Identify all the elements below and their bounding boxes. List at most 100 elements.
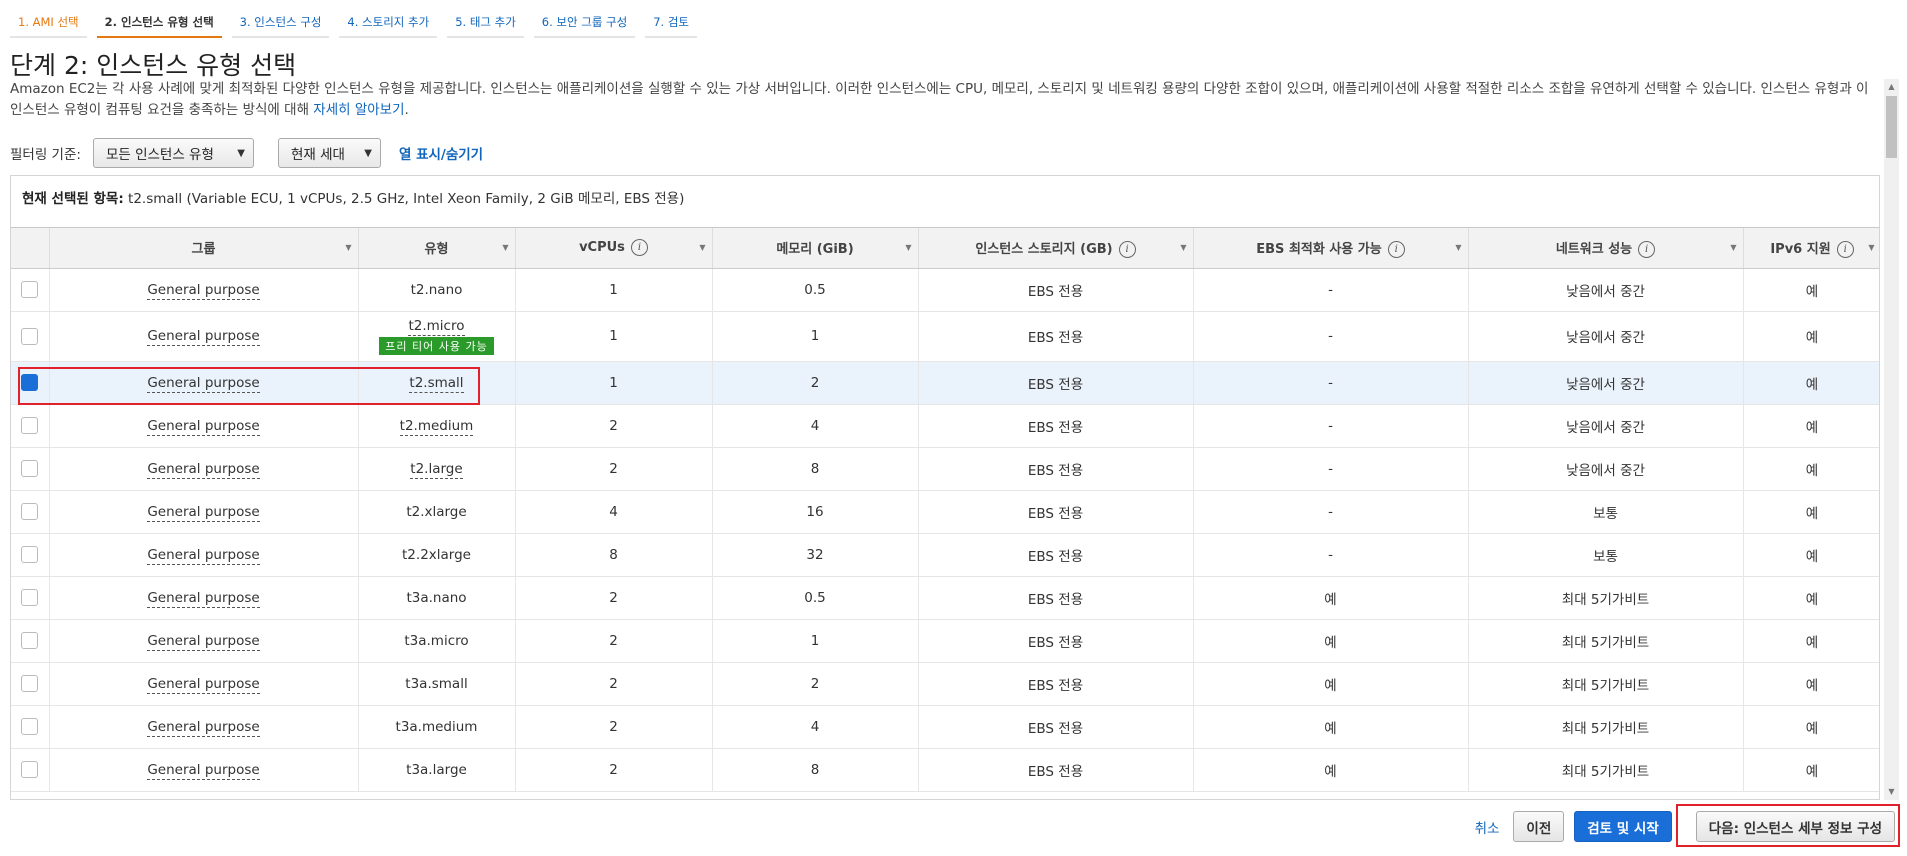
ebs-cell: - bbox=[1193, 404, 1469, 448]
header-network-performance[interactable]: 네트워크 성능 i ▼ bbox=[1468, 228, 1744, 269]
generation-select[interactable]: 현재 세대 ▼ bbox=[277, 138, 381, 168]
page-scrollbar[interactable]: ▲ ▼ bbox=[1884, 79, 1899, 800]
row-checkbox[interactable] bbox=[21, 281, 39, 298]
table-header-row: 그룹 ▼ 유형 ▼ vCPUs i ▼ 메모리 (GiB) ▼ 인스턴스 스토리지 (GB… bbox=[11, 228, 1879, 269]
type-cell[interactable]: t2.micro bbox=[408, 317, 465, 336]
ipv6-cell: 예 bbox=[1743, 748, 1879, 792]
group-cell[interactable]: General purpose bbox=[147, 718, 260, 737]
previous-button[interactable]: 이전 bbox=[1513, 811, 1565, 842]
storage-cell: EBS 전용 bbox=[918, 311, 1194, 362]
row-checkbox[interactable] bbox=[21, 374, 39, 391]
row-checkbox[interactable] bbox=[21, 589, 39, 606]
ebs-cell: - bbox=[1193, 311, 1469, 362]
ebs-cell: 예 bbox=[1193, 619, 1469, 663]
header-memory[interactable]: 메모리 (GiB) ▼ bbox=[712, 228, 919, 269]
group-cell[interactable]: General purpose bbox=[147, 460, 260, 479]
table-row[interactable]: General purpose t2.large 2 8 EBS 전용 - 낮음… bbox=[11, 447, 1879, 491]
network-cell: 최대 5기가비트 bbox=[1468, 662, 1744, 706]
group-cell[interactable]: General purpose bbox=[147, 632, 260, 651]
table-row[interactable]: General purpose t2.xlarge 4 16 EBS 전용 - … bbox=[11, 490, 1879, 534]
header-ipv6-support[interactable]: IPv6 지원 i ▼ bbox=[1743, 228, 1879, 269]
header-group[interactable]: 그룹 ▼ bbox=[49, 228, 359, 269]
info-icon[interactable]: i bbox=[1118, 240, 1136, 258]
info-icon[interactable]: i bbox=[1387, 240, 1405, 258]
table-row[interactable]: General purpose t2.medium 2 4 EBS 전용 - 낮… bbox=[11, 404, 1879, 448]
ipv6-cell: 예 bbox=[1743, 268, 1879, 312]
table-row[interactable]: General purpose t2.micro 프리 티어 사용 가능 1 1 … bbox=[11, 311, 1879, 362]
row-checkbox[interactable] bbox=[21, 632, 39, 649]
memory-cell: 8 bbox=[712, 748, 919, 792]
row-checkbox[interactable] bbox=[21, 718, 39, 735]
scroll-thumb[interactable] bbox=[1886, 96, 1897, 158]
table-row[interactable]: General purpose t3a.micro 2 1 EBS 전용 예 최… bbox=[11, 619, 1879, 663]
vcpus-cell: 1 bbox=[515, 361, 713, 405]
group-cell[interactable]: General purpose bbox=[147, 675, 260, 694]
sort-icon: ▼ bbox=[1455, 243, 1462, 252]
type-cell[interactable]: t2.small bbox=[409, 374, 464, 393]
group-cell[interactable]: General purpose bbox=[147, 281, 260, 300]
group-cell[interactable]: General purpose bbox=[147, 328, 260, 346]
network-cell: 보통 bbox=[1468, 490, 1744, 534]
table-row[interactable]: General purpose t3a.nano 2 0.5 EBS 전용 예 … bbox=[11, 576, 1879, 620]
scroll-down-arrow-icon[interactable]: ▼ bbox=[1884, 784, 1899, 800]
show-hide-columns-link[interactable]: 열 표시/숨기기 bbox=[399, 143, 483, 163]
storage-cell: EBS 전용 bbox=[918, 576, 1194, 620]
type-cell: t2.xlarge bbox=[358, 490, 516, 534]
info-icon[interactable]: i bbox=[1638, 240, 1656, 258]
step-add-storage[interactable]: 4. 스토리지 추가 bbox=[339, 0, 438, 38]
table-row[interactable]: General purpose t2.nano 1 0.5 EBS 전용 - 낮… bbox=[11, 268, 1879, 312]
info-icon[interactable]: i bbox=[1836, 240, 1854, 258]
row-checkbox[interactable] bbox=[21, 546, 39, 563]
ebs-cell: 예 bbox=[1193, 705, 1469, 749]
free-tier-badge: 프리 티어 사용 가능 bbox=[379, 336, 494, 355]
step-choose-instance-type[interactable]: 2. 인스턴스 유형 선택 bbox=[96, 0, 222, 38]
vcpus-cell: 4 bbox=[515, 490, 713, 534]
sort-icon: ▼ bbox=[502, 243, 509, 252]
row-checkbox[interactable] bbox=[21, 460, 39, 477]
row-checkbox[interactable] bbox=[21, 417, 39, 434]
table-row[interactable]: General purpose t2.2xlarge 8 32 EBS 전용 -… bbox=[11, 533, 1879, 577]
type-cell: t2.2xlarge bbox=[358, 533, 516, 577]
step-configure-instance[interactable]: 3. 인스턴스 구성 bbox=[231, 0, 330, 38]
ipv6-cell: 예 bbox=[1743, 447, 1879, 491]
table-row[interactable]: General purpose t3a.medium 2 4 EBS 전용 예 … bbox=[11, 705, 1879, 749]
row-checkbox[interactable] bbox=[21, 675, 39, 692]
next-configure-instance-button[interactable]: 다음: 인스턴스 세부 정보 구성 bbox=[1695, 811, 1895, 842]
row-checkbox[interactable] bbox=[21, 503, 39, 520]
info-icon[interactable]: i bbox=[630, 239, 648, 257]
step-choose-ami[interactable]: 1. AMI 선택 bbox=[10, 0, 87, 38]
step-review[interactable]: 7. 검토 bbox=[645, 0, 698, 38]
header-instance-storage[interactable]: 인스턴스 스토리지 (GB) i ▼ bbox=[918, 228, 1194, 269]
group-cell[interactable]: General purpose bbox=[147, 589, 260, 608]
network-cell: 보통 bbox=[1468, 533, 1744, 577]
header-ebs-optimized[interactable]: EBS 최적화 사용 가능 i ▼ bbox=[1193, 228, 1469, 269]
group-cell[interactable]: General purpose bbox=[147, 503, 260, 522]
group-cell[interactable]: General purpose bbox=[147, 417, 260, 436]
table-row[interactable]: General purpose t3a.large 2 8 EBS 전용 예 최… bbox=[11, 748, 1879, 792]
table-row-selected[interactable]: General purpose t2.small 1 2 EBS 전용 - 낮음… bbox=[11, 361, 1879, 405]
scroll-up-arrow-icon[interactable]: ▲ bbox=[1884, 79, 1899, 95]
instance-family-select[interactable]: 모든 인스턴스 유형 ▼ bbox=[92, 138, 254, 168]
network-cell: 최대 5기가비트 bbox=[1468, 705, 1744, 749]
step-configure-security-group[interactable]: 6. 보안 그룹 구성 bbox=[533, 0, 636, 38]
header-vcpus[interactable]: vCPUs i ▼ bbox=[515, 228, 713, 269]
header-type[interactable]: 유형 ▼ bbox=[358, 228, 516, 269]
row-checkbox[interactable] bbox=[21, 761, 39, 778]
network-cell: 낮음에서 중간 bbox=[1468, 311, 1744, 362]
group-cell[interactable]: General purpose bbox=[147, 374, 260, 393]
cancel-link[interactable]: 취소 bbox=[1475, 817, 1500, 837]
ipv6-cell: 예 bbox=[1743, 311, 1879, 362]
learn-more-link[interactable]: 자세히 알아보기 bbox=[313, 102, 404, 118]
type-cell[interactable]: t2.large bbox=[410, 460, 463, 479]
step-add-tags[interactable]: 5. 태그 추가 bbox=[447, 0, 524, 38]
group-cell[interactable]: General purpose bbox=[147, 761, 260, 780]
type-cell[interactable]: t2.medium bbox=[399, 417, 474, 436]
header-select bbox=[11, 228, 50, 269]
review-and-launch-button[interactable]: 검토 및 시작 bbox=[1574, 811, 1672, 842]
group-cell[interactable]: General purpose bbox=[147, 546, 260, 565]
type-cell: t3a.large bbox=[358, 748, 516, 792]
table-row[interactable]: General purpose t3a.small 2 2 EBS 전용 예 최… bbox=[11, 662, 1879, 706]
storage-cell: EBS 전용 bbox=[918, 447, 1194, 491]
row-checkbox[interactable] bbox=[21, 327, 39, 345]
storage-cell: EBS 전용 bbox=[918, 748, 1194, 792]
